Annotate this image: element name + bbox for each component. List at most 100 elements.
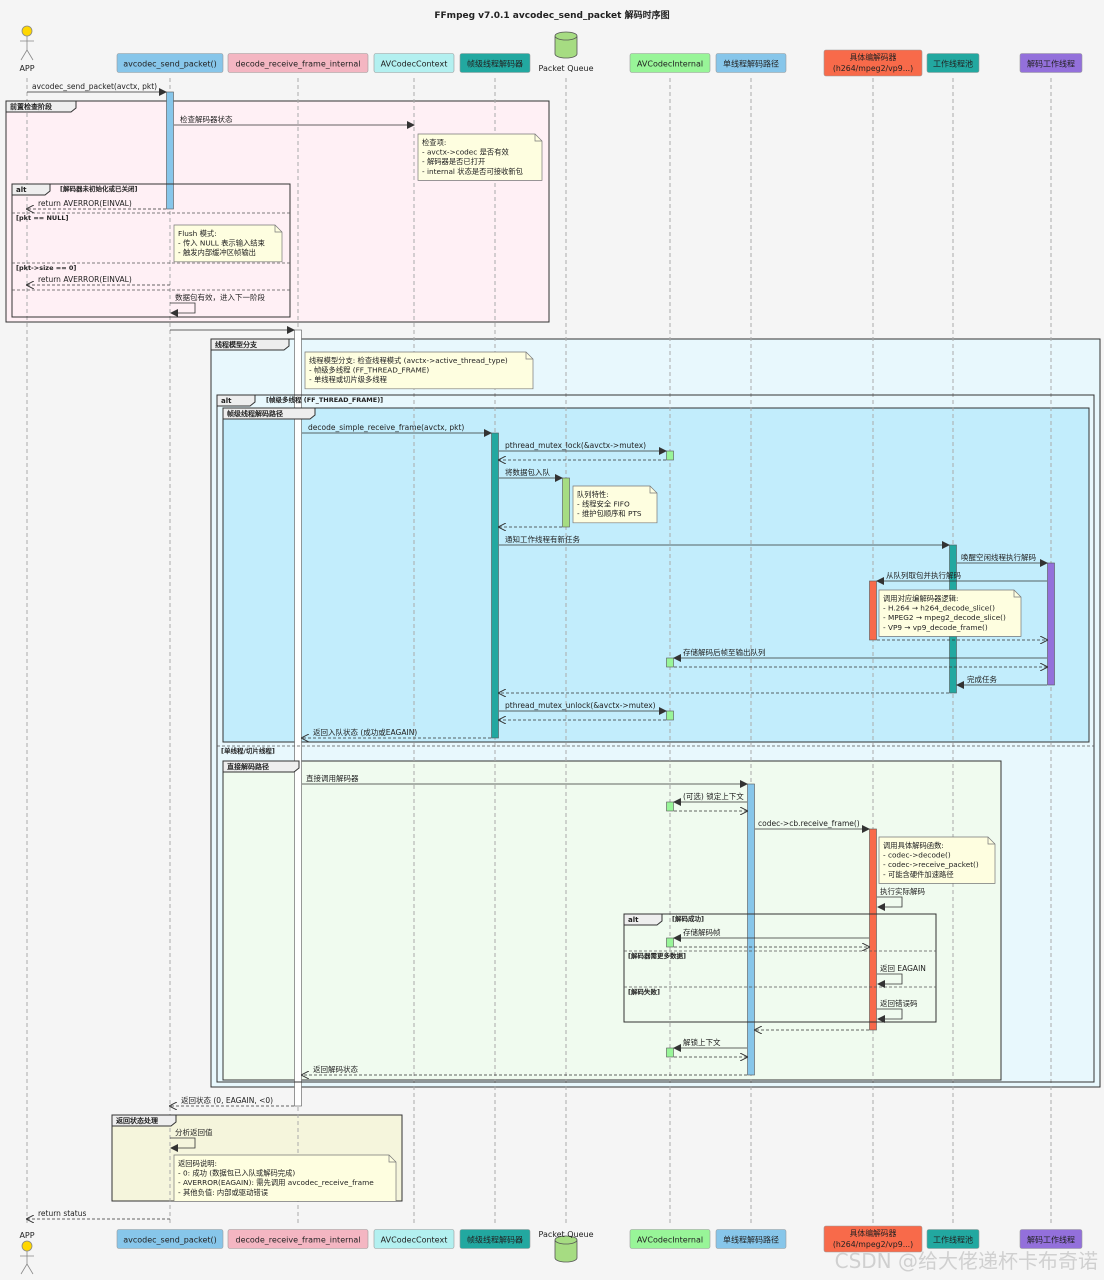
message-label: 将数据包入队 [505,467,550,477]
participant-ctx-bottom: AVCodecContext [373,1229,455,1249]
message-label: return AVERROR(EINVAL) [38,199,132,208]
database-icon [554,31,578,59]
message-label: 返回错误码 [880,998,918,1008]
message-label: pthread_mutex_unlock(&avctx->mutex) [505,701,656,710]
note-line: - internal 状态是否可接收新包 [422,167,523,176]
note-line: - codec->receive_packet() [883,860,979,869]
participant-recv-bottom: decode_receive_frame_internal [227,1229,369,1249]
note-line: Flush 模式: [178,229,217,238]
activation-bar [294,329,302,1107]
participant-label: 单线程解码路径 [723,59,779,69]
group-precheck-label: 前置检查阶段 [10,102,52,111]
message-label: 存储解码后帧至输出队列 [683,647,766,657]
participant-label: 具体编解码器 [850,1228,897,1238]
participant-label: AVCodecContext [381,1236,448,1245]
participant-pool-top: 工作线程池 [926,53,980,73]
alt-decode-label: alt [628,916,639,924]
activation-bar [747,783,755,1076]
message-label: 存储解码帧 [683,927,721,937]
sequence-diagram: FFmpeg v7.0.1 avcodec_send_packet 解码时序图 … [5,9,1101,1275]
actor-head-icon [21,1240,33,1252]
condition-uninitialized: [解码器未初始化或已关闭] [60,184,137,193]
activation-bar [666,1047,674,1058]
activation-bar [869,580,877,641]
note-line: 调用对应编解码器逻辑: [883,594,958,603]
note-line: 队列特性: [577,490,609,499]
activation-bar [491,432,499,739]
note-line: - 帧级多线程 (FF_THREAD_FRAME) [309,366,429,375]
participant-label: 帧级线程解码器 [467,1235,523,1245]
note-line: - 传入 NULL 表示输入结束 [178,239,266,248]
note-line: - MPEG2 → mpeg2_decode_slice() [883,613,1006,622]
participant-label: 单线程解码路径 [723,1235,779,1245]
participant-sublabel: (h264/mpeg2/vp9...) [833,1240,913,1249]
note-line: - 0: 成功 (数据包已入队或解码完成) [178,1169,295,1178]
message-label: 返回 EAGAIN [880,964,926,973]
participant-label: APP [19,1231,34,1240]
participant-label: APP [19,64,34,73]
participant-recv-top: decode_receive_frame_internal [227,53,369,73]
condition-single-thread: [单线程/切片线程] [221,746,275,755]
actor-body-icon [20,1251,34,1275]
participant-label: Packet Queue [539,1230,594,1239]
participant-send-bottom: avcodec_send_packet() [116,1229,224,1249]
note-line: - 触发内部缓冲区帧输出 [178,248,256,257]
note-line: - 其他负值: 内部或驱动错误 [178,1188,269,1197]
participant-sublabel: (h264/mpeg2/vp9...) [833,64,913,73]
activation-bar [666,710,674,721]
message-label: 分析返回值 [175,1127,213,1137]
activation-bar [666,450,674,461]
participant-queue-bottom: Packet Queue [539,1230,594,1263]
participant-pool-bottom: 工作线程池 [926,1229,980,1249]
message-label: 解锁上下文 [683,1037,721,1047]
message-label: avcodec_send_packet(avctx, pkt) [32,82,157,91]
participant-single-top: 单线程解码路径 [715,53,787,73]
note-line: 调用具体解码函数: [883,841,944,850]
activation-bar [166,91,174,210]
participant-label: avcodec_send_packet() [123,60,217,69]
participant-app-top: APP [19,25,35,73]
participant-single-bottom: 单线程解码路径 [715,1229,787,1249]
condition-empty-packet: [pkt->size == 0] [16,264,76,272]
condition-decode-success: [解码成功] [672,914,704,923]
participant-worker-top: 解码工作线程 [1019,53,1083,73]
diagram-title: FFmpeg v7.0.1 avcodec_send_packet 解码时序图 [434,9,669,21]
message-label: 唤醒空闲线程执行解码 [961,552,1036,562]
participant-label: decode_receive_frame_internal [236,1236,361,1245]
activation-bar [666,657,674,668]
participant-fdec-top: 帧级线程解码器 [459,53,531,73]
message-label: decode_simple_receive_frame(avctx, pkt) [308,423,464,432]
participant-ctx-top: AVCodecContext [373,53,455,73]
message-label: 返回入队状态 (成功或EAGAIN) [313,727,417,737]
note-line: - VP9 → vp9_decode_frame() [883,623,988,632]
message-label: 从队列取包并执行解码 [886,570,961,580]
group-direct-path-box [222,760,1002,1081]
participant-label: 工作线程池 [933,1235,973,1245]
participant-label: AVCodecContext [381,60,448,69]
database-icon [554,1235,578,1263]
participant-internal-top: AVCodecInternal [629,53,711,73]
participant-label: 工作线程池 [933,59,973,69]
note-line: - 维护包顺序和 PTS [577,509,642,518]
participant-queue-top: Packet Queue [539,31,594,73]
alt-thread-label: alt [221,397,232,405]
group-thread-model-label: 线程模型分支 [215,340,258,349]
note-line: 检查项: [422,138,446,147]
activation-bar [1047,562,1055,686]
participant-label: 具体编解码器 [850,52,897,62]
participant-internal-bottom: AVCodecInternal [629,1229,711,1249]
group-direct-path-label: 直接解码路径 [227,762,269,771]
participant-label: 解码工作线程 [1027,1235,1075,1245]
alt-precheck-label: alt [16,186,27,194]
message-label: 完成任务 [967,674,997,684]
message-label: 检查解码器状态 [180,114,233,124]
message-label: (可选) 锁定上下文 [683,791,744,801]
participant-label: 解码工作线程 [1027,59,1075,69]
condition-frame-thread: [帧级多线程 (FF_THREAD_FRAME)] [266,395,383,404]
message-label: 返回解码状态 [313,1064,358,1074]
message-label: 数据包有效，进入下一阶段 [175,292,265,302]
actor-body-icon [20,36,34,61]
message-label: return AVERROR(EINVAL) [38,275,132,284]
activation-bar [666,937,674,948]
message-label: codec->cb.receive_frame() [758,819,860,828]
